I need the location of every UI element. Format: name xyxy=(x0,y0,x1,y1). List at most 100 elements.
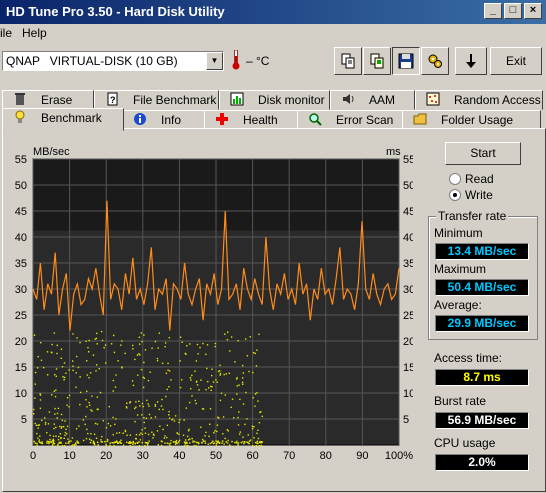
access-time-point xyxy=(120,344,122,346)
start-button[interactable]: Start xyxy=(445,142,521,165)
y-tick-left: 25 xyxy=(15,310,27,322)
access-time-point xyxy=(200,426,202,428)
menu-bar: ile Help xyxy=(0,24,546,42)
access-time-point xyxy=(238,411,240,413)
access-time-point xyxy=(213,432,215,434)
chart-icon xyxy=(230,92,244,106)
access-time-point xyxy=(244,441,246,443)
menu-help[interactable]: Help xyxy=(22,26,47,40)
access-time-point xyxy=(240,441,242,444)
access-time-point xyxy=(118,432,121,434)
access-time-point xyxy=(115,418,117,420)
copy-all-button[interactable] xyxy=(363,47,391,75)
write-radio-label: Write xyxy=(465,188,493,202)
access-time-point xyxy=(189,442,191,444)
menu-file[interactable]: ile xyxy=(0,26,12,40)
access-time-point xyxy=(64,431,67,434)
access-time-point xyxy=(68,369,70,371)
access-time-point xyxy=(219,374,221,376)
access-time-point xyxy=(157,347,159,349)
access-time-point xyxy=(126,434,128,437)
read-radio[interactable] xyxy=(449,173,461,185)
access-time-point xyxy=(52,435,55,437)
tab-folder-usage[interactable]: Folder Usage xyxy=(402,110,541,130)
maximize-button[interactable]: □ xyxy=(504,3,522,19)
access-time-point xyxy=(56,412,59,415)
access-time-point xyxy=(202,440,205,442)
access-time-point xyxy=(141,429,143,431)
access-time-point xyxy=(67,438,69,440)
write-radio[interactable] xyxy=(449,189,461,201)
access-time-point xyxy=(39,393,41,395)
y-tick-left: 50 xyxy=(15,180,27,192)
exit-button[interactable]: Exit xyxy=(490,47,542,75)
access-time-point xyxy=(178,421,180,424)
access-time-point xyxy=(137,374,139,376)
access-time-point xyxy=(135,406,137,408)
access-time-point xyxy=(88,404,91,406)
access-time-point xyxy=(252,444,254,447)
access-time-point xyxy=(184,352,187,355)
access-time-point xyxy=(166,436,168,439)
access-time-point xyxy=(258,333,260,335)
options-button[interactable] xyxy=(421,47,449,75)
access-time-point xyxy=(57,443,59,446)
access-time-point xyxy=(67,442,69,444)
access-time-point xyxy=(215,379,217,381)
tab-file-benchmark[interactable]: ? File Benchmark xyxy=(94,90,219,110)
access-time-point xyxy=(227,331,229,333)
chevron-down-icon[interactable]: ▼ xyxy=(206,52,223,70)
access-time-point xyxy=(157,443,159,446)
x-tick: 20 xyxy=(100,450,112,461)
tab-error-scan[interactable]: Error Scan xyxy=(297,110,404,130)
tab-health[interactable]: Health xyxy=(204,110,299,130)
access-time-point xyxy=(156,401,159,403)
access-time-point xyxy=(33,334,36,336)
access-time-point xyxy=(251,425,254,428)
tab-info[interactable]: Info xyxy=(122,110,206,130)
access-time-point xyxy=(154,340,157,343)
minimize-button[interactable]: _ xyxy=(484,3,502,19)
access-time-point xyxy=(201,438,204,441)
copy-button[interactable] xyxy=(334,47,362,75)
tab-benchmark[interactable]: Benchmark xyxy=(2,108,124,131)
access-time-point xyxy=(216,424,219,426)
access-time-point xyxy=(225,373,227,375)
access-time-point xyxy=(183,419,185,421)
access-time-point xyxy=(95,437,98,440)
tab-erase[interactable]: Erase xyxy=(2,90,94,110)
tab-aam[interactable]: AAM xyxy=(330,90,415,110)
access-time-point xyxy=(65,442,67,444)
access-time-point xyxy=(202,342,204,345)
access-time-point xyxy=(85,437,88,440)
access-time-point xyxy=(82,439,85,442)
access-time-point xyxy=(38,439,41,441)
window-title: HD Tune Pro 3.50 - Hard Disk Utility xyxy=(6,4,225,19)
download-button[interactable] xyxy=(455,47,487,75)
drive-select[interactable]: QNAP VIRTUAL-DISK (10 GB) ▼ xyxy=(2,51,224,71)
access-time-point xyxy=(116,441,119,443)
save-button[interactable] xyxy=(392,47,420,75)
access-time-point xyxy=(92,440,95,443)
access-time-point xyxy=(127,442,130,444)
access-time-point xyxy=(241,364,244,367)
access-time-point xyxy=(39,435,41,437)
title-bar: HD Tune Pro 3.50 - Hard Disk Utility _ □… xyxy=(0,0,546,24)
access-time-point xyxy=(134,437,137,440)
access-time-point xyxy=(100,330,103,333)
access-time-point xyxy=(62,376,64,378)
access-time-point xyxy=(166,442,169,445)
dots-icon xyxy=(426,92,440,106)
access-time-point xyxy=(76,337,78,339)
close-button[interactable]: × xyxy=(524,3,542,19)
access-time-point xyxy=(36,442,38,445)
access-time-point xyxy=(242,372,245,374)
access-time-point xyxy=(243,442,245,445)
access-time-point xyxy=(124,352,126,355)
tab-random-access[interactable]: Random Access xyxy=(415,90,543,110)
access-time-point xyxy=(142,386,145,389)
access-time-point xyxy=(257,429,259,432)
svg-text:?: ? xyxy=(110,95,116,105)
y-tick-right: 25 xyxy=(403,310,413,322)
tab-disk-monitor[interactable]: Disk monitor xyxy=(219,90,330,110)
